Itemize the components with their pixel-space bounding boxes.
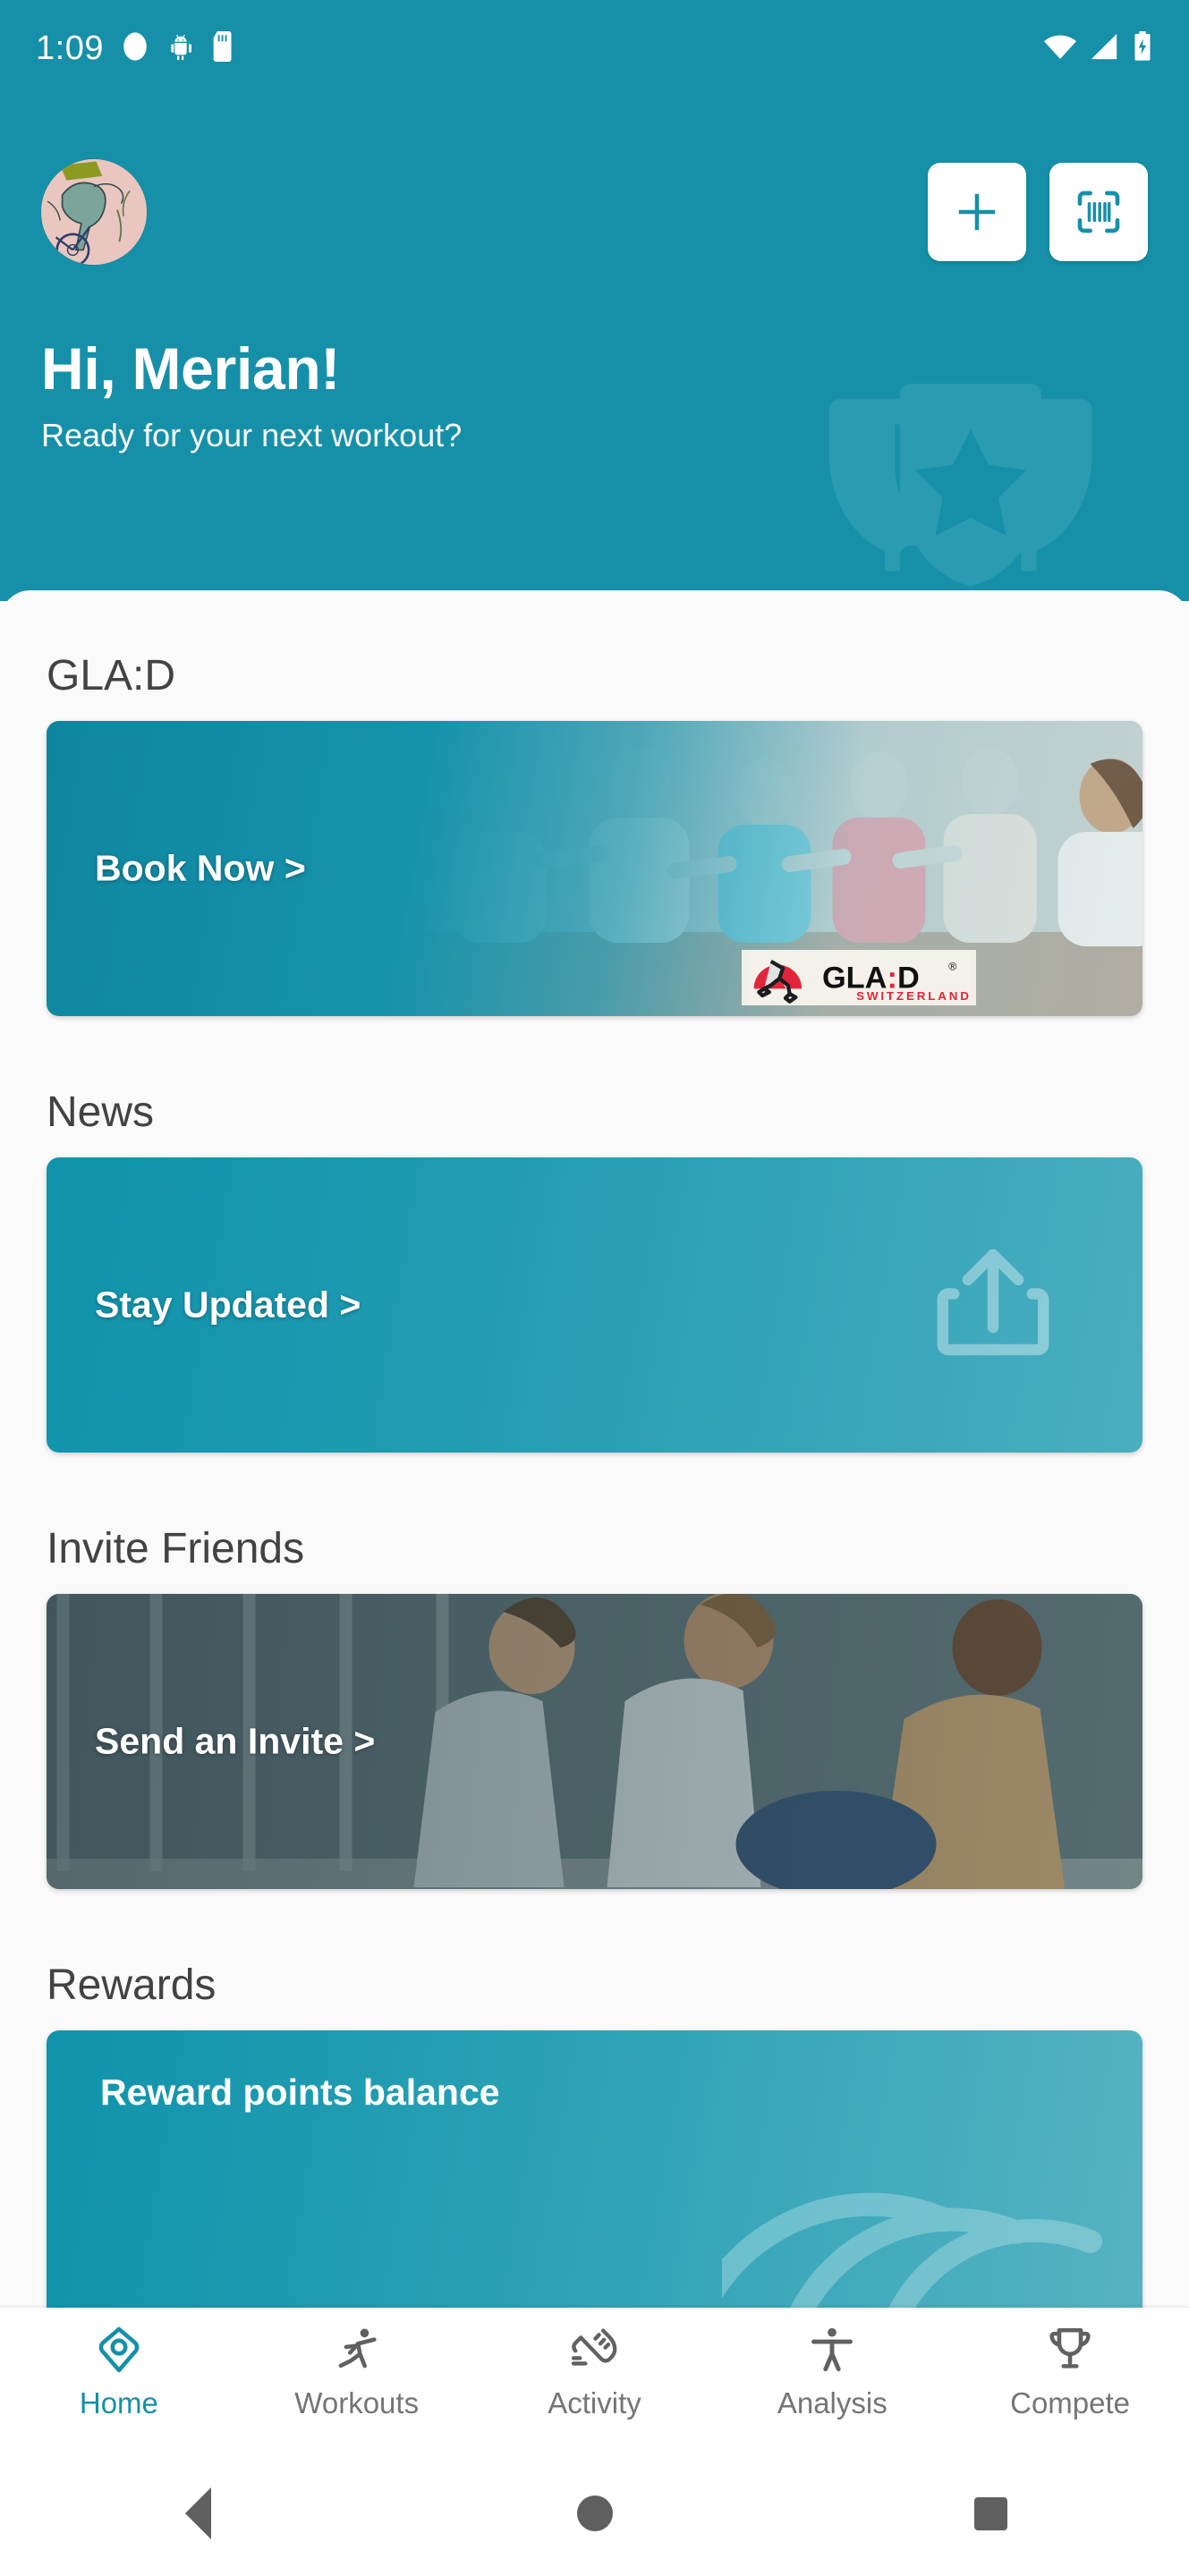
- nav-item-home[interactable]: Home: [0, 2324, 238, 2418]
- barcode-scan-icon: [1074, 187, 1124, 237]
- trophy-icon: [1044, 2324, 1096, 2376]
- sd-card-icon: [211, 30, 236, 66]
- section-invite-friends: Invite Friends Send an Invite >: [0, 1453, 1189, 1889]
- avatar[interactable]: [41, 159, 147, 265]
- glad-logo: GLA : D ® SWITZERLAND: [742, 950, 976, 1005]
- running-shoe-icon: [568, 2324, 620, 2376]
- add-icon: [953, 188, 1001, 236]
- section-title-glad: GLA:D: [47, 652, 176, 699]
- svg-text:®: ®: [948, 960, 956, 972]
- section-title-news: News: [47, 1089, 155, 1136]
- status-bar-time: 1:09: [36, 30, 104, 67]
- nav-item-compete[interactable]: Compete: [951, 2324, 1189, 2418]
- header-banner: 1:09 Hi, Merian! Ready for your next wor…: [0, 0, 1189, 601]
- nav-label-compete: Compete: [1010, 2386, 1131, 2419]
- system-recents-button[interactable]: [793, 2496, 1189, 2530]
- glad-card-label: Book Now >: [95, 847, 306, 889]
- greeting-subtitle: Ready for your next workout?: [41, 417, 463, 454]
- content-sheet[interactable]: GLA:D Book Now > GLA: D ® SWITZERLAND N…: [0, 590, 1189, 2322]
- home-circle-icon: [576, 2496, 613, 2531]
- battery-charging-icon: [1132, 30, 1153, 66]
- news-card-label: Stay Updated >: [95, 1284, 361, 1326]
- add-button[interactable]: [928, 163, 1026, 261]
- system-navigation-bar: [0, 2451, 1189, 2576]
- svg-text:SWITZERLAND: SWITZERLAND: [856, 989, 971, 1003]
- wifi-icon: [1044, 32, 1076, 65]
- nav-item-analysis[interactable]: Analysis: [713, 2324, 951, 2418]
- nav-label-analysis: Analysis: [777, 2386, 888, 2419]
- system-back-button[interactable]: [0, 2487, 396, 2539]
- nav-item-activity[interactable]: Activity: [476, 2324, 714, 2418]
- news-card[interactable]: Stay Updated >: [47, 1157, 1142, 1453]
- greeting-block: Hi, Merian! Ready for your next workout?: [41, 335, 463, 454]
- rewards-card[interactable]: Reward points balance: [47, 2030, 1142, 2322]
- nav-label-home: Home: [79, 2386, 158, 2419]
- nav-label-activity: Activity: [548, 2386, 641, 2419]
- status-bar: 1:09: [0, 0, 1189, 97]
- back-triangle-icon: [185, 2487, 211, 2539]
- stretching-person-icon: [331, 2324, 383, 2376]
- share-upload-icon: [926, 1238, 1060, 1372]
- body-person-icon: [806, 2324, 858, 2376]
- glad-card[interactable]: Book Now > GLA : D ® SWITZERLAND: [47, 721, 1142, 1016]
- nav-item-workouts[interactable]: Workouts: [238, 2324, 476, 2418]
- app-screen: 1:09 Hi, Merian! Ready for your next wor…: [0, 0, 1189, 2576]
- recents-square-icon: [974, 2496, 1007, 2530]
- system-home-button[interactable]: [396, 2496, 793, 2531]
- section-title-invite-friends: Invite Friends: [47, 1525, 305, 1572]
- scan-button[interactable]: [1049, 163, 1148, 261]
- rewards-card-label: Reward points balance: [100, 2072, 500, 2113]
- section-news: News Stay Updated >: [0, 1016, 1189, 1453]
- section-rewards: Rewards Reward points balance: [0, 1889, 1189, 2322]
- recording-dot-icon: [120, 31, 150, 66]
- section-title-rewards: Rewards: [47, 1962, 217, 2009]
- invite-friends-card[interactable]: Send an Invite >: [47, 1594, 1142, 1889]
- android-debug-icon: [166, 32, 195, 65]
- cellular-signal-icon: [1089, 32, 1119, 65]
- bottom-navigation: Home Workouts Activity Analysis Compete: [0, 2308, 1189, 2451]
- invite-card-label: Send an Invite >: [95, 1720, 376, 1762]
- nav-label-workouts: Workouts: [294, 2386, 420, 2419]
- page-title: Hi, Merian!: [41, 335, 341, 402]
- location-pin-icon: [93, 2324, 145, 2376]
- header-action-row: [0, 159, 1189, 265]
- waves-icon: [722, 2156, 1142, 2322]
- trophy-star-icon: [810, 374, 1132, 601]
- section-glad: GLA:D Book Now > GLA: D ® SWITZERLAND: [0, 590, 1189, 1016]
